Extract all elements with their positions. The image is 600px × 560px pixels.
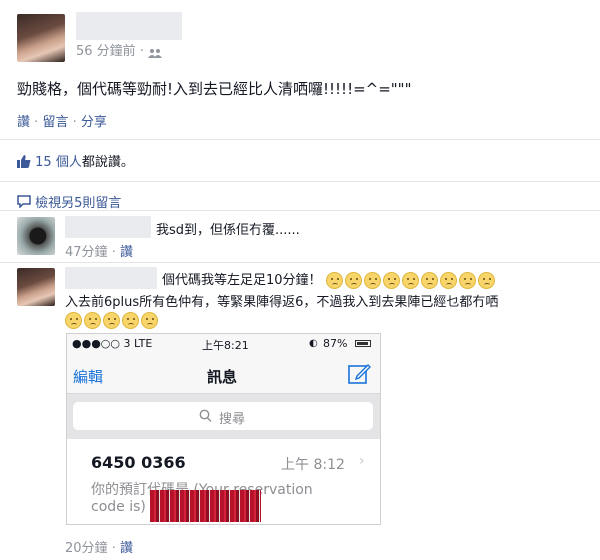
likes-count-link[interactable]: 15 個人	[35, 155, 82, 170]
comment-meta: 20分鐘 · 讚	[65, 541, 133, 556]
nav-bar: 編輯 訊息	[67, 354, 380, 394]
commenter-name-redacted[interactable]	[65, 267, 157, 289]
sad-face-emoji-icon	[477, 272, 495, 289]
post-text: 勁賤格，個代碼等勁耐!入到去已經比人清哂囉!!!!!=^="""	[17, 80, 412, 98]
divider	[0, 181, 600, 182]
message-sender: 6450 0366	[91, 453, 186, 472]
redaction-bar	[150, 490, 261, 522]
emoji-row	[65, 310, 160, 329]
comment-text: 我sd到，但係佢冇覆......	[156, 223, 300, 238]
compose-icon[interactable]	[347, 362, 371, 390]
thumbs-up-icon	[17, 154, 31, 172]
comment-like-link[interactable]: 讚	[120, 541, 133, 556]
divider	[0, 262, 600, 263]
sad-face-emoji-icon	[141, 312, 158, 329]
divider	[0, 210, 600, 211]
search-icon	[199, 408, 212, 427]
sad-face-emoji-icon	[382, 272, 400, 289]
comment-line1: 個代碼我等左足足10分鐘！	[162, 269, 497, 289]
sad-face-emoji-icon	[65, 312, 82, 329]
message-time: 上午 8:12	[281, 457, 345, 473]
post-meta: 56 分鐘前 ·	[76, 40, 163, 59]
sad-face-emoji-icon	[122, 312, 139, 329]
sad-face-emoji-icon	[325, 272, 343, 289]
search-field[interactable]: 搜尋	[73, 402, 373, 430]
sad-face-emoji-icon	[84, 312, 101, 329]
emoji-row	[325, 272, 497, 289]
sad-face-emoji-icon	[439, 272, 457, 289]
comment-time[interactable]: 20分鐘	[65, 541, 108, 556]
view-more-row: 檢視另5則留言	[17, 192, 121, 212]
share-link[interactable]: 分享	[81, 115, 107, 130]
commenter-avatar[interactable]	[17, 217, 55, 255]
commenter-avatar[interactable]	[17, 268, 55, 306]
people-icon	[148, 47, 163, 58]
comment-like-link[interactable]: 讚	[120, 245, 133, 260]
view-more-comments-link[interactable]: 檢視另5則留言	[35, 196, 121, 211]
chevron-right-icon: ›	[359, 453, 365, 469]
battery-icon	[355, 340, 371, 347]
post-time[interactable]: 56 分鐘前	[76, 44, 136, 59]
like-link[interactable]: 讚	[17, 115, 30, 130]
likes-row: 15 個人都說讚。	[17, 151, 134, 172]
status-bar: ●●●○○ 3 LTE 上午8:21 ◐ 87%	[67, 334, 380, 354]
sad-face-emoji-icon	[344, 272, 362, 289]
poster-avatar[interactable]	[17, 14, 65, 62]
divider	[0, 139, 600, 140]
alarm-icon: ◐	[309, 338, 318, 349]
sad-face-emoji-icon	[103, 312, 120, 329]
commenter-name-redacted[interactable]	[65, 216, 151, 238]
comment-line2: 入去前6plus所有色仲有，等緊果陣得返6，不過我入到去果陣已經乜都冇哂	[65, 295, 499, 310]
sad-face-emoji-icon	[363, 272, 381, 289]
search-placeholder: 搜尋	[219, 412, 246, 427]
edit-button[interactable]: 編輯	[73, 366, 103, 387]
comment-meta: 47分鐘 · 讚	[65, 245, 133, 260]
sad-face-emoji-icon	[458, 272, 476, 289]
sad-face-emoji-icon	[420, 272, 438, 289]
search-area: 搜尋	[67, 394, 380, 439]
nav-title: 訊息	[207, 368, 238, 386]
comment-link[interactable]: 留言	[42, 115, 68, 130]
comment-time[interactable]: 47分鐘	[65, 245, 108, 260]
message-preview-line2: code is)	[91, 499, 146, 515]
post-actions: 讚 · 留言 · 分享	[17, 115, 107, 130]
sad-face-emoji-icon	[401, 272, 419, 289]
poster-name-redacted[interactable]	[76, 12, 182, 40]
